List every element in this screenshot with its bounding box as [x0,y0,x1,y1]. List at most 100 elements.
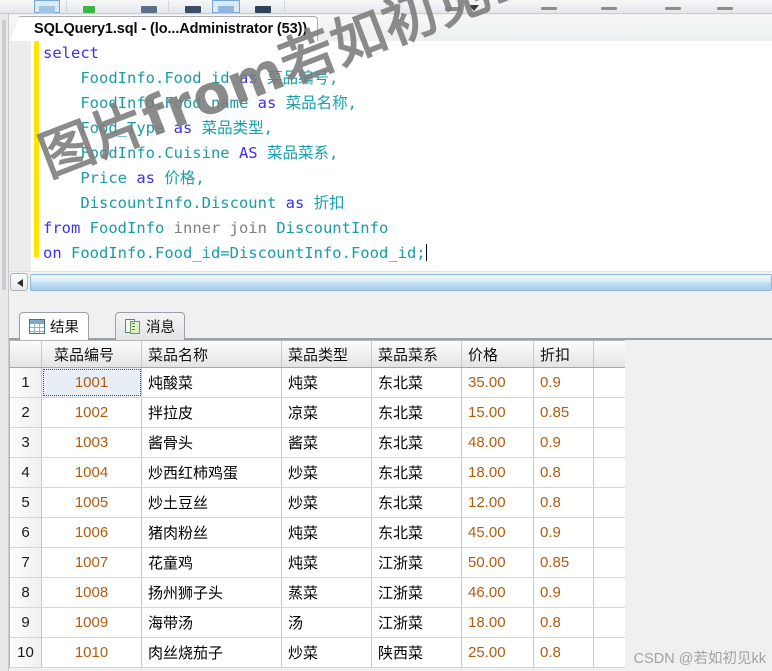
toolbar-button-include-plan[interactable] [180,0,206,13]
cell-food-type[interactable]: 炖菜 [282,368,372,397]
table-row[interactable]: 1 1001 炖酸菜 炖菜 东北菜 35.00 0.9 [10,368,625,398]
cell-price[interactable]: 18.00 [462,608,534,637]
row-number[interactable]: 8 [10,578,42,607]
toolbar-button-execute[interactable] [76,0,102,13]
cell-cuisine[interactable]: 东北菜 [372,488,462,517]
table-row[interactable]: 2 1002 拌拉皮 凉菜 东北菜 15.00 0.85 [10,398,625,428]
cell-food-id[interactable]: 1007 [42,548,142,577]
editor-horizontal-scrollbar[interactable] [9,271,772,293]
cell-food-name[interactable]: 肉丝烧茄子 [142,638,282,667]
cell-discount[interactable]: 0.8 [534,488,594,517]
cell-food-name[interactable]: 炒土豆丝 [142,488,282,517]
row-number[interactable]: 2 [10,398,42,427]
table-row[interactable]: 8 1008 扬州狮子头 蒸菜 江浙菜 46.00 0.9 [10,578,625,608]
cell-price[interactable]: 50.00 [462,548,534,577]
cell-price[interactable]: 35.00 [462,368,534,397]
cell-discount[interactable]: 0.8 [534,458,594,487]
cell-price[interactable]: 45.00 [462,518,534,547]
toolbar-button-parse[interactable] [136,0,162,13]
cell-food-type[interactable]: 炒菜 [282,488,372,517]
cell-price[interactable]: 25.00 [462,638,534,667]
cell-cuisine[interactable]: 陕西菜 [372,638,462,667]
cell-food-type[interactable]: 炖菜 [282,548,372,577]
cell-food-id[interactable]: 1008 [42,578,142,607]
cell-cuisine[interactable]: 东北菜 [372,518,462,547]
table-row[interactable]: 3 1003 酱骨头 酱菜 东北菜 48.00 0.9 [10,428,625,458]
cell-price[interactable]: 46.00 [462,578,534,607]
cell-cuisine[interactable]: 江浙菜 [372,548,462,577]
table-row[interactable]: 9 1009 海带汤汤江浙菜 18.00 0.8 [10,608,625,638]
tab-results[interactable]: 结果 [19,312,89,340]
cell-food-name[interactable]: 花童鸡 [142,548,282,577]
cell-discount[interactable]: 0.85 [534,548,594,577]
cell-food-name[interactable]: 炖酸菜 [142,368,282,397]
cell-food-name[interactable]: 炒西红柿鸡蛋 [142,458,282,487]
grid-column-header[interactable]: 菜品类型 [282,341,372,367]
cell-food-name[interactable]: 扬州狮子头 [142,578,282,607]
grid-column-header[interactable]: 菜品菜系 [372,341,462,367]
results-grid[interactable]: 菜品编号 菜品名称 菜品类型 菜品菜系 价格 折扣 1 1001 炖酸菜 炖菜 东北菜 35.00 0.… [9,340,625,668]
document-tab-sqlquery1[interactable]: SQLQuery1.sql - (lo...Administrator (53)… [7,16,319,42]
grid-column-header[interactable]: 折扣 [534,341,594,367]
cell-food-id[interactable]: 1004 [42,458,142,487]
cell-food-id[interactable]: 1006 [42,518,142,547]
cell-discount[interactable]: 0.85 [534,398,594,427]
grid-column-header[interactable]: 菜品编号 [42,341,142,367]
toolbar-button-client-statistics[interactable] [250,0,276,13]
cell-cuisine[interactable]: 东北菜 [372,368,462,397]
row-number[interactable]: 7 [10,548,42,577]
cell-food-name[interactable]: 拌拉皮 [142,398,282,427]
row-number[interactable]: 6 [10,518,42,547]
row-number[interactable]: 9 [10,608,42,637]
cell-food-id[interactable]: 1001 [42,368,142,397]
cell-food-type[interactable]: 凉菜 [282,398,372,427]
cell-discount[interactable]: 0.8 [534,638,594,667]
cell-cuisine[interactable]: 江浙菜 [372,608,462,637]
cell-price[interactable]: 48.00 [462,428,534,457]
sql-code-text[interactable]: select FoodInfo.Food_id as 菜品编号, FoodInf… [43,41,427,266]
toolbar-button-display-plan[interactable] [212,0,240,13]
table-row[interactable]: 10 1010 肉丝烧茄子 炒菜 陕西菜 25.00 0.8 [10,638,625,668]
grid-column-header[interactable]: 菜品名称 [142,341,282,367]
cell-price[interactable]: 18.00 [462,458,534,487]
cell-food-name[interactable]: 酱骨头 [142,428,282,457]
toolbar-overflow-chevron-icon[interactable] [466,1,480,13]
toolbar-button-results-to-file[interactable] [596,0,622,13]
cell-price[interactable]: 12.00 [462,488,534,517]
scrollbar-thumb[interactable] [30,274,772,291]
cell-discount[interactable]: 0.9 [534,518,594,547]
cell-food-type[interactable]: 炖菜 [282,518,372,547]
grid-column-header[interactable]: 价格 [462,341,534,367]
cell-cuisine[interactable]: 江浙菜 [372,578,462,607]
tab-messages[interactable]: 消息 [115,312,185,340]
cell-food-id[interactable]: 1003 [42,428,142,457]
cell-cuisine[interactable]: 东北菜 [372,458,462,487]
row-number[interactable]: 1 [10,368,42,397]
cell-food-name[interactable]: 猪肉粉丝 [142,518,282,547]
toolbar-button-results-to-grid[interactable] [440,0,466,13]
cell-food-id[interactable]: 1005 [42,488,142,517]
cell-price[interactable]: 15.00 [462,398,534,427]
grid-corner-header[interactable] [10,341,42,367]
row-number[interactable]: 3 [10,428,42,457]
cell-food-id[interactable]: 1009 [42,608,142,637]
cell-food-id[interactable]: 1010 [42,638,142,667]
sql-code-area[interactable]: select FoodInfo.Food_id as 菜品编号, FoodInf… [9,41,772,271]
table-row[interactable]: 5 1005 炒土豆丝 炒菜 东北菜 12.00 0.8 [10,488,625,518]
toolbar-button-uncomment-lines[interactable] [712,0,738,13]
scroll-left-arrow-icon[interactable] [10,273,28,291]
cell-food-type[interactable]: 炒菜 [282,458,372,487]
cell-food-type[interactable]: 汤 [282,608,372,637]
cell-food-type[interactable]: 酱菜 [282,428,372,457]
cell-food-type[interactable]: 蒸菜 [282,578,372,607]
table-row[interactable]: 7 1007 花童鸡 炖菜 江浙菜 50.00 0.85 [10,548,625,578]
toolbar-button-new-query[interactable] [34,0,60,13]
cell-food-type[interactable]: 炒菜 [282,638,372,667]
cell-discount[interactable]: 0.9 [534,578,594,607]
cell-cuisine[interactable]: 东北菜 [372,398,462,427]
cell-food-name[interactable]: 海带汤 [142,608,282,637]
cell-cuisine[interactable]: 东北菜 [372,428,462,457]
cell-food-id[interactable]: 1002 [42,398,142,427]
cell-discount[interactable]: 0.9 [534,368,594,397]
row-number[interactable]: 10 [10,638,42,667]
